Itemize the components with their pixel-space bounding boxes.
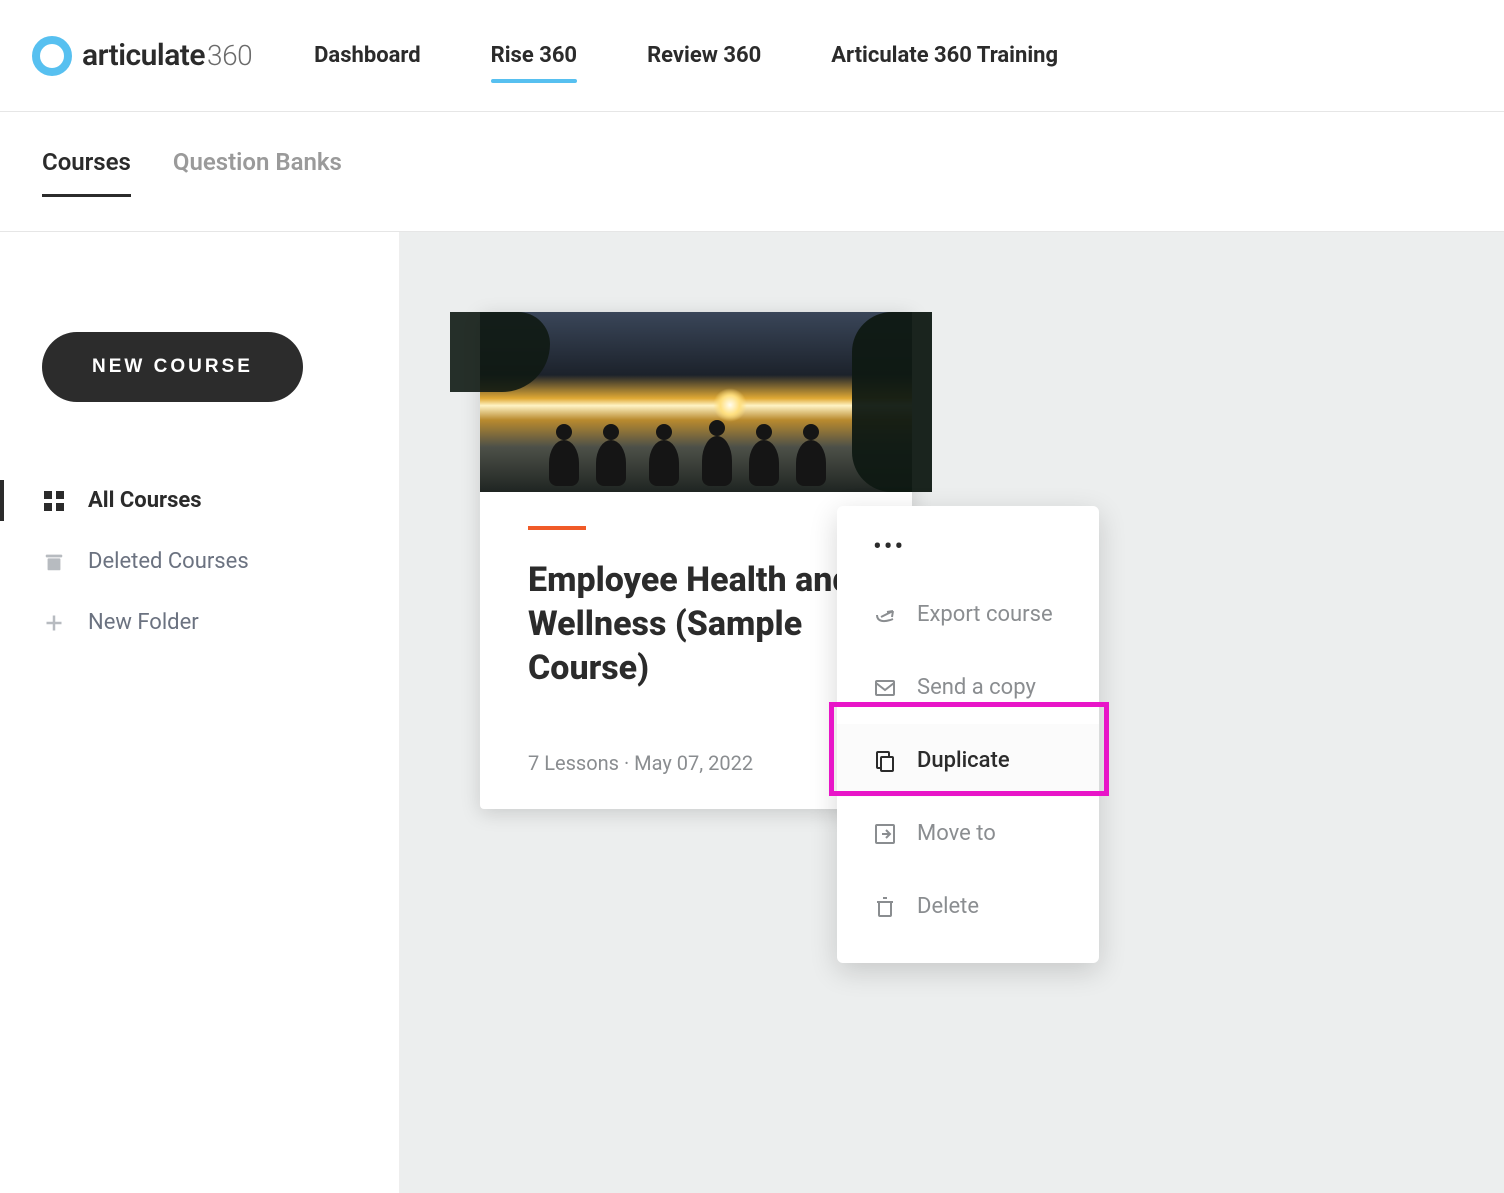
course-card[interactable]: Employee Health and Wellness (Sample Cou…	[480, 312, 912, 809]
foliage-left	[450, 312, 550, 392]
main-nav: Dashboard Rise 360 Review 360 Articulate…	[314, 30, 1058, 81]
menu-item-label: Export course	[917, 602, 1053, 627]
menu-item-label: Duplicate	[917, 748, 1010, 773]
new-course-button[interactable]: NEW COURSE	[42, 332, 303, 402]
menu-duplicate[interactable]: Duplicate	[837, 724, 1099, 797]
sidebar-item-deleted-courses[interactable]: Deleted Courses	[42, 531, 357, 592]
tab-courses[interactable]: Courses	[42, 148, 131, 197]
accent-bar	[528, 526, 586, 530]
mail-icon	[873, 676, 897, 700]
menu-item-label: Move to	[917, 821, 996, 846]
sidebar-item-label: New Folder	[88, 610, 199, 635]
nav-rise-360[interactable]: Rise 360	[491, 30, 577, 81]
brand-word: articulate360	[82, 38, 252, 73]
course-meta: 7 Lessons · May 07, 2022	[528, 751, 864, 775]
move-icon	[873, 822, 897, 846]
foliage-right	[852, 312, 932, 492]
trash-icon	[42, 550, 66, 574]
course-title: Employee Health and Wellness (Sample Cou…	[528, 558, 864, 691]
sidebar-item-all-courses[interactable]: All Courses	[42, 470, 357, 531]
menu-move-to[interactable]: Move to	[837, 797, 1099, 870]
brand-ring-icon	[32, 36, 72, 76]
plus-icon	[42, 611, 66, 635]
canvas: Employee Health and Wellness (Sample Cou…	[400, 232, 1504, 1193]
course-hero-image	[480, 312, 912, 492]
menu-export-course[interactable]: Export course	[837, 578, 1099, 651]
sun-icon	[713, 388, 747, 422]
topbar: articulate360 Dashboard Rise 360 Review …	[0, 0, 1504, 112]
copy-icon	[873, 749, 897, 773]
brand-logo[interactable]: articulate360	[32, 36, 252, 76]
nav-articulate-training[interactable]: Articulate 360 Training	[831, 30, 1058, 81]
sidebar-item-label: All Courses	[88, 488, 202, 513]
share-icon	[873, 603, 897, 627]
tab-question-banks[interactable]: Question Banks	[173, 148, 342, 194]
workspace: NEW COURSE All Courses Deleted Courses N…	[0, 232, 1504, 1193]
sidebar: NEW COURSE All Courses Deleted Courses N…	[0, 232, 400, 1193]
sidebar-list: All Courses Deleted Courses New Folder	[42, 470, 357, 653]
menu-item-label: Send a copy	[917, 675, 1036, 700]
sidebar-item-label: Deleted Courses	[88, 549, 249, 574]
menu-delete[interactable]: Delete	[837, 870, 1099, 943]
grid-icon	[42, 489, 66, 513]
menu-send-copy[interactable]: Send a copy	[837, 651, 1099, 724]
people-silhouettes	[549, 426, 843, 486]
menu-item-label: Delete	[917, 894, 979, 919]
trash-icon	[873, 895, 897, 919]
course-context-menu: ••• Export course Send a copy	[837, 506, 1099, 963]
sidebar-item-new-folder[interactable]: New Folder	[42, 592, 357, 653]
brand-suffix: 360	[207, 39, 252, 72]
nav-review-360[interactable]: Review 360	[647, 30, 761, 81]
sub-tabs: Courses Question Banks	[0, 112, 1504, 232]
more-icon[interactable]: •••	[837, 526, 1099, 578]
nav-dashboard[interactable]: Dashboard	[314, 30, 421, 81]
